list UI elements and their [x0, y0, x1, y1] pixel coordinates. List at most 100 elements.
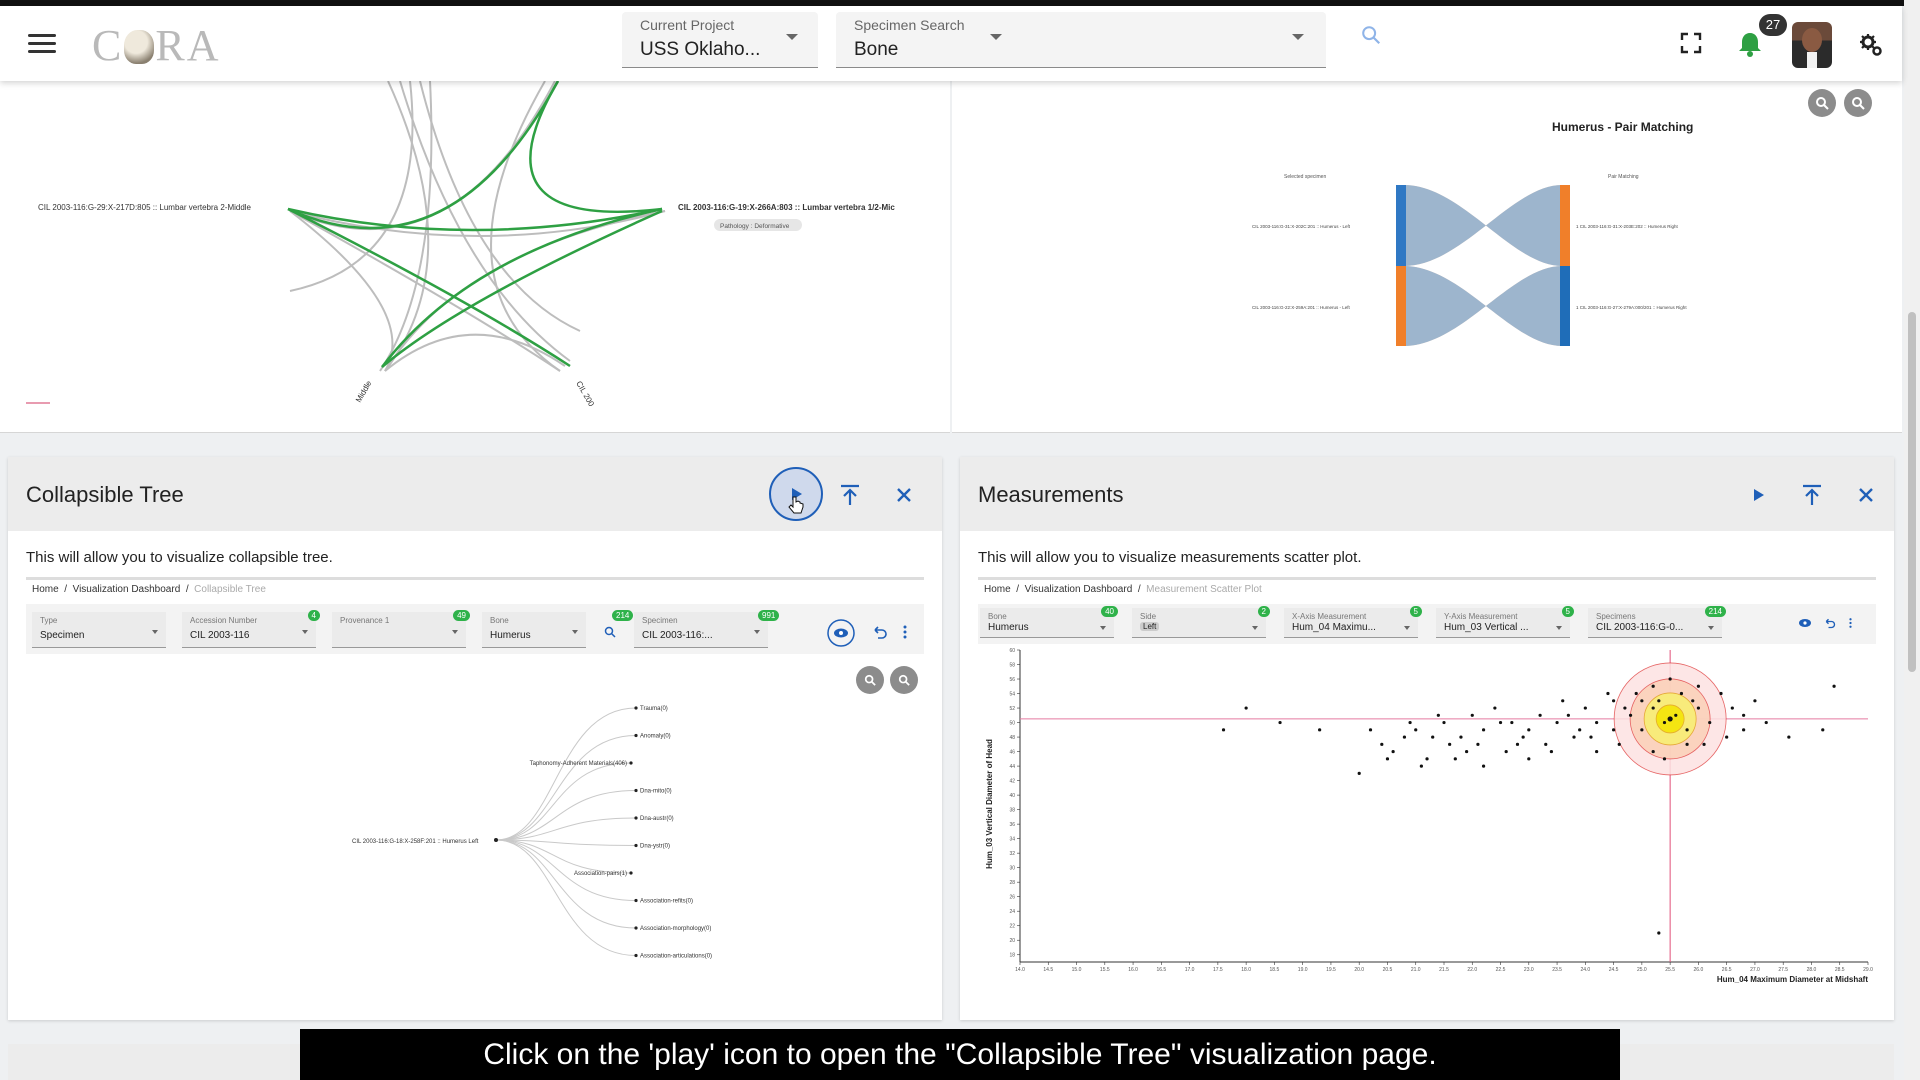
visibility-icon[interactable]: [1798, 618, 1812, 628]
tree-leaf-label[interactable]: Association-morphology(0): [640, 926, 711, 932]
tree-leaf-label[interactable]: Association-refits(0): [640, 899, 693, 905]
filter-x-axis-measurement[interactable]: X-Axis Measurement Hum_04 Maximu... 5: [1284, 606, 1422, 638]
scatter-point[interactable]: [1510, 720, 1514, 725]
more-vert-icon[interactable]: [902, 624, 908, 640]
scatter-point[interactable]: [1589, 735, 1593, 739]
menu-icon[interactable]: [28, 34, 56, 54]
undo-icon[interactable]: [1824, 617, 1836, 629]
search-icon[interactable]: [1360, 24, 1382, 46]
scatter-point[interactable]: [1442, 720, 1446, 725]
scatter-point[interactable]: [1459, 735, 1463, 739]
scatter-point[interactable]: [1453, 757, 1457, 761]
scatter-point[interactable]: [1493, 706, 1497, 710]
scatter-point[interactable]: [1719, 691, 1723, 696]
tree-leaf-label[interactable]: Association-articulations(0): [640, 954, 712, 960]
scatter-point[interactable]: [1640, 699, 1644, 703]
scatter-point[interactable]: [1436, 713, 1440, 717]
tree-leaf-label[interactable]: Anomaly(0): [640, 734, 671, 740]
scatter-point[interactable]: [1696, 706, 1700, 710]
zoom-out-button[interactable]: [890, 666, 918, 694]
avatar[interactable]: [1792, 22, 1832, 68]
scatter-point[interactable]: [1221, 728, 1226, 732]
tree-leaf-node[interactable]: [634, 733, 638, 738]
scatter-point[interactable]: [1595, 749, 1599, 754]
scatter-point[interactable]: [1414, 728, 1418, 732]
scatter-point[interactable]: [1787, 735, 1791, 739]
scatter-point[interactable]: [1578, 728, 1582, 732]
filter-accession-number[interactable]: Accession Number CIL 2003-116 4: [182, 610, 320, 648]
scatter-point[interactable]: [1498, 720, 1503, 725]
close-button[interactable]: [886, 477, 922, 513]
scatter-point[interactable]: [1685, 728, 1689, 732]
collapsible-tree-preview[interactable]: Home / Visualization Dashboard / Collaps…: [26, 577, 924, 997]
scatter-point[interactable]: [1476, 742, 1480, 746]
scatter-point[interactable]: [1368, 728, 1373, 732]
scatter-point[interactable]: [1465, 749, 1469, 754]
scatter-point[interactable]: [1651, 749, 1655, 754]
zoom-in-button[interactable]: [856, 666, 884, 694]
scatter-point[interactable]: [1640, 728, 1644, 732]
scatter-point[interactable]: [1725, 735, 1729, 739]
scatter-point[interactable]: [1278, 720, 1282, 725]
scatter-point[interactable]: [1380, 742, 1384, 746]
filter-provenance[interactable]: Provenance 1 49: [332, 610, 470, 648]
settings-gears-icon[interactable]: [1858, 32, 1884, 58]
scatter-point[interactable]: [1674, 713, 1678, 717]
tree-root-label[interactable]: CIL 2003-116:G-18:X-258F:201 :: Humerus …: [352, 839, 479, 845]
tree-leaf-node[interactable]: [634, 816, 638, 820]
undo-icon[interactable]: [872, 624, 888, 640]
tree-leaf-node[interactable]: [629, 871, 633, 875]
scatter-point[interactable]: [1425, 757, 1429, 761]
scatter-point[interactable]: [1668, 677, 1672, 681]
app-logo[interactable]: C RA: [92, 20, 220, 71]
visibility-icon[interactable]: [826, 618, 856, 648]
scatter-point[interactable]: [1623, 706, 1627, 710]
scatter-point[interactable]: [1544, 742, 1548, 746]
breadcrumb-home[interactable]: Home: [984, 584, 1011, 595]
sankey-left-row-1[interactable]: CIL 2003-116:G-31:X-202C:201 :: Humerus …: [1252, 224, 1351, 229]
fullscreen-icon[interactable]: [1680, 32, 1702, 54]
scatter-point[interactable]: [1657, 699, 1661, 703]
scatter-point[interactable]: [1504, 749, 1508, 754]
scatter-point[interactable]: [1821, 728, 1825, 732]
zoom-out-button[interactable]: [1844, 89, 1872, 117]
scatter-point[interactable]: [1408, 720, 1412, 725]
tree-leaf-label[interactable]: Association-pairs(1): [574, 871, 627, 877]
scatter-point[interactable]: [1595, 720, 1599, 725]
specimen-search-select[interactable]: Specimen Search Bone: [836, 12, 1326, 68]
scatter-point[interactable]: [1685, 742, 1689, 746]
sankey-left-row-2[interactable]: CIL 2003-116:G-22:X-259A:201 :: Humerus …: [1252, 305, 1351, 310]
scatter-point[interactable]: [1657, 931, 1661, 935]
scatter-point[interactable]: [1612, 728, 1616, 732]
scatter-point[interactable]: [1527, 728, 1531, 732]
scatter-point[interactable]: [1527, 757, 1531, 761]
measurements-preview[interactable]: Home / Visualization Dashboard / Measure…: [978, 577, 1876, 997]
breadcrumb-home[interactable]: Home: [32, 584, 59, 595]
filter-bone[interactable]: Bone Humerus 40: [980, 606, 1118, 638]
scatter-point[interactable]: [1572, 735, 1576, 739]
graph-node-bottom-left-label[interactable]: Middle: [354, 379, 374, 404]
scatter-point[interactable]: [1419, 764, 1423, 768]
scatter-point[interactable]: [1606, 691, 1610, 696]
scatter-point[interactable]: [1521, 735, 1525, 739]
scatter-point[interactable]: [1391, 749, 1395, 754]
scatter-point[interactable]: [1385, 757, 1390, 761]
more-vert-icon[interactable]: [1848, 617, 1853, 629]
notification-bell-icon[interactable]: [1736, 30, 1764, 58]
scatter-point[interactable]: [1662, 720, 1667, 725]
graph-node-left-label[interactable]: CIL 2003-116:G-29:X-217D:805 :: Lumbar v…: [38, 203, 252, 212]
scatter-point[interactable]: [1691, 699, 1695, 703]
scatter-point[interactable]: [1515, 742, 1520, 746]
filter-y-axis-measurement[interactable]: Y-Axis Measurement Hum_03 Vertical ... 5: [1436, 606, 1574, 638]
scatter-point[interactable]: [1628, 713, 1633, 717]
filter-specimen[interactable]: Specimen CIL 2003-116:...: [634, 612, 768, 648]
breadcrumb-dashboard[interactable]: Visualization Dashboard: [73, 584, 181, 595]
filter-specimens[interactable]: Specimens CIL 2003-116:G-0... 214: [1588, 606, 1726, 638]
scatter-point[interactable]: [1742, 728, 1746, 732]
breadcrumb-dashboard[interactable]: Visualization Dashboard: [1025, 584, 1133, 595]
scatter-point[interactable]: [1702, 742, 1706, 746]
scatter-point[interactable]: [1612, 699, 1616, 703]
scatter-point[interactable]: [1481, 728, 1486, 732]
selected-point[interactable]: [1667, 716, 1673, 722]
scatter-point[interactable]: [1651, 684, 1655, 688]
